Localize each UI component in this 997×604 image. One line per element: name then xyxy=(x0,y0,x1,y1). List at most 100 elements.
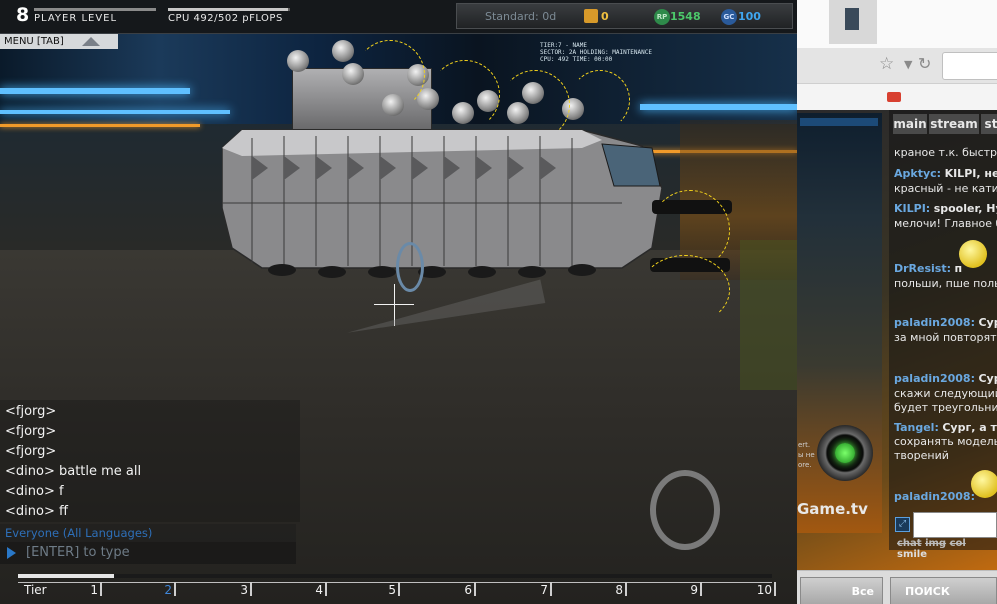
standard-label: Standard: 0d xyxy=(485,10,557,23)
address-bar: ☆ ▼ ↻ xyxy=(797,48,997,84)
wall-light-orange xyxy=(0,124,200,127)
chat-input-placeholder: [ENTER] to type xyxy=(26,545,130,560)
smiley-icon xyxy=(959,240,987,268)
chat-message: DrResist: п xyxy=(894,262,963,275)
chat-tool-chat[interactable]: chat xyxy=(897,538,922,549)
chat-line: <fjorg> xyxy=(5,404,57,419)
chat-tool-img[interactable]: img xyxy=(925,538,946,549)
gc-icon: GC xyxy=(721,9,737,25)
stream-side-text: ы не xyxy=(798,451,815,459)
star-icon[interactable]: ☆ xyxy=(879,54,894,74)
chat-message-cont: за мной повторять xyxy=(894,331,997,344)
tier-number: 5 xyxy=(388,583,396,597)
chat-message-cont: скажи следующий с xyxy=(894,387,997,400)
player-level-label: PLAYER LEVEL xyxy=(34,13,118,24)
browser-top xyxy=(797,0,997,50)
reload-icon[interactable]: ↻ xyxy=(918,54,931,73)
menu-arrow-icon xyxy=(82,37,100,46)
trajectory-arc xyxy=(570,70,630,130)
live-indicator-icon xyxy=(817,425,873,481)
game-viewport[interactable]: TIER:7 - NAME SECTOR: 2A HOLDING: MAINTE… xyxy=(0,0,797,604)
dropdown-icon[interactable]: ▼ xyxy=(904,58,912,71)
trajectory-arc xyxy=(500,70,570,140)
chat-log: <fjorg> <fjorg> <fjorg> <dino> battle me… xyxy=(0,400,300,522)
cpu-bar-fill xyxy=(168,8,288,11)
stream-side-text: ert. xyxy=(798,441,811,449)
thumbnail xyxy=(829,0,877,44)
tier-number: 7 xyxy=(540,583,548,597)
search-field[interactable] xyxy=(942,52,997,80)
tier-tick xyxy=(550,582,552,596)
chat-message-cont: будет треугольника xyxy=(894,401,997,414)
chat-input[interactable]: [ENTER] to type xyxy=(0,542,296,564)
rp-icon: RP xyxy=(654,9,670,25)
wall-light xyxy=(640,104,797,110)
wall-light xyxy=(0,110,230,114)
menu-button[interactable]: MENU [TAB] xyxy=(0,34,118,49)
chat-message: paladin2008: xyxy=(894,490,975,503)
tier-bar: Tier 1 2 3 4 5 6 7 8 9 10 xyxy=(18,574,776,604)
rp-value: 1548 xyxy=(670,10,701,23)
chat-message-cont: мелочи! Главное ба xyxy=(894,217,997,230)
currency-panel: Standard: 0d 0 RP 1548 GC 100 xyxy=(456,3,793,29)
chat-line: <fjorg> xyxy=(5,444,57,459)
trajectory-arc xyxy=(430,60,500,130)
tier-number: 9 xyxy=(690,583,698,597)
bookmark-icon[interactable] xyxy=(887,92,901,102)
ring-marker xyxy=(650,470,720,550)
tab-main[interactable]: main xyxy=(893,114,927,134)
tier-tick xyxy=(625,582,627,596)
chat-message-cont: польши, пше польш xyxy=(894,277,997,290)
floor-panel xyxy=(740,240,797,390)
tier-tick xyxy=(700,582,702,596)
tier-number: 6 xyxy=(464,583,472,597)
hologram-line: SECTOR: 2A HOLDING: MAINTENANCE xyxy=(540,49,652,56)
chat-message-cont: сохранять модельк xyxy=(894,435,997,448)
tier-number: 8 xyxy=(615,583,623,597)
stream-side-text: ore. xyxy=(798,461,812,469)
tab-stream[interactable]: stream xyxy=(929,114,979,134)
site-name: Game.tv xyxy=(797,500,868,518)
chat-line: <dino> battle me all xyxy=(5,464,142,479)
tier-tick xyxy=(174,582,176,596)
bookmark-strip xyxy=(797,84,997,110)
chat-message-cont: творений xyxy=(894,449,949,462)
chat-message: paladin2008: Сург xyxy=(894,372,997,385)
chat-channel-selector[interactable]: Everyone (All Languages) xyxy=(0,524,296,542)
expand-icon[interactable]: ⤢ xyxy=(895,517,910,532)
top-hud: 8 PLAYER LEVEL CPU 492/502 pFLOPS Standa… xyxy=(0,0,797,34)
tier-number: 4 xyxy=(315,583,323,597)
search-button[interactable]: ПОИСК xyxy=(890,577,997,604)
all-button[interactable]: Все xyxy=(800,577,883,604)
tier-label: Tier xyxy=(24,583,47,597)
tier-number: 3 xyxy=(240,583,248,597)
hologram-line: TIER:7 - NAME xyxy=(540,42,587,49)
chat-message: краное т.к. быстрее xyxy=(894,146,997,159)
hologram-panel: TIER:7 - NAME SECTOR: 2A HOLDING: MAINTE… xyxy=(540,42,652,63)
tier-number: 10 xyxy=(756,583,772,597)
cpu-bar xyxy=(168,8,290,11)
gc-value: 100 xyxy=(738,10,761,23)
tier-tick xyxy=(325,582,327,596)
chat-tool-col[interactable]: col xyxy=(950,538,966,549)
chat-tools: chat img col smile xyxy=(889,538,997,560)
player-level-value: 8 xyxy=(16,4,30,26)
chat-message-cont: красный - не катит. xyxy=(894,182,997,195)
tier-number: 2 xyxy=(164,583,172,597)
chat-tool-smile[interactable]: smile xyxy=(897,549,927,560)
menu-label: MENU [TAB] xyxy=(4,36,64,47)
stream-chat-input[interactable] xyxy=(913,512,997,538)
turret xyxy=(287,50,309,72)
tier-tick xyxy=(774,582,776,596)
chat-line: <dino> f xyxy=(5,484,64,499)
chat-arrow-icon xyxy=(7,547,16,559)
tab-st[interactable]: st xyxy=(981,114,997,134)
chat-message: KILPI: spooler, Ну xyxy=(894,202,997,215)
chat-message: Apktyc: KILPI, нео xyxy=(894,167,997,180)
tier-tick xyxy=(250,582,252,596)
stream-toolbar xyxy=(800,118,878,126)
bottom-bar: Все ПОИСК xyxy=(797,570,997,604)
stream-chat: main stream st краное т.к. быстрее Apkty… xyxy=(889,110,997,550)
chat-line: <fjorg> xyxy=(5,424,57,439)
cpu-label: CPU 492/502 pFLOPS xyxy=(168,13,283,24)
